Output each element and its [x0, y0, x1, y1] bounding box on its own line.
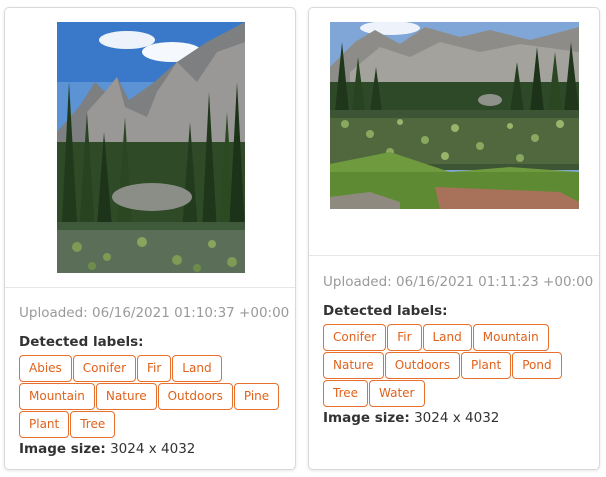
label-tag-land[interactable]: Land	[172, 355, 222, 382]
image-card: Uploaded: 06/16/2021 01:11:23 +00:00 Det…	[308, 7, 600, 470]
uploaded-photo-mountain-forest[interactable]	[57, 22, 245, 273]
label-tag-list: Abies Conifer Fir Land Mountain Nature Outdoor…	[19, 355, 285, 439]
label-tag-fir[interactable]: Fir	[387, 324, 422, 351]
label-tag-mountain[interactable]: Mountain	[472, 324, 549, 351]
detected-labels-heading: Detected labels:	[19, 334, 144, 350]
label-tag-conifer[interactable]: Conifer	[72, 355, 136, 382]
label-tag-land[interactable]: Land	[422, 324, 472, 351]
uploaded-photo-lily-pond[interactable]	[330, 22, 579, 209]
image-size: Image size: 3024 x 4032	[323, 409, 589, 427]
label-tag-outdoors[interactable]: Outdoors	[384, 352, 460, 379]
label-tag-abies[interactable]: Abies	[19, 355, 72, 382]
image-card: Uploaded: 06/16/2021 01:10:37 +00:00 Det…	[4, 7, 296, 470]
image-size-value: 3024 x 4032	[110, 441, 196, 457]
label-tag-outdoors[interactable]: Outdoors	[157, 383, 233, 410]
label-tag-water[interactable]: Water	[369, 380, 425, 407]
detected-labels-heading: Detected labels:	[323, 303, 448, 319]
image-details: Uploaded: 06/16/2021 01:11:23 +00:00 Det…	[323, 273, 594, 427]
label-tag-tree[interactable]: Tree	[323, 380, 369, 407]
image-size-label: Image size:	[19, 441, 106, 457]
label-tag-conifer[interactable]: Conifer	[323, 324, 387, 351]
label-tag-plant[interactable]: Plant	[19, 411, 70, 438]
upload-timestamp: Uploaded: 06/16/2021 01:11:23 +00:00	[323, 274, 594, 290]
label-tag-tree[interactable]: Tree	[70, 411, 116, 438]
image-preview-area	[309, 8, 599, 256]
label-tag-plant[interactable]: Plant	[460, 352, 512, 379]
label-tag-pine[interactable]: Pine	[233, 383, 280, 410]
label-tag-mountain[interactable]: Mountain	[19, 383, 95, 410]
label-tag-nature[interactable]: Nature	[95, 383, 157, 410]
upload-timestamp: Uploaded: 06/16/2021 01:10:37 +00:00	[19, 305, 290, 321]
image-size: Image size: 3024 x 4032	[19, 440, 285, 458]
label-tag-fir[interactable]: Fir	[137, 355, 172, 382]
image-preview-area	[5, 8, 295, 288]
label-tag-pond[interactable]: Pond	[512, 352, 562, 379]
label-tag-list: Conifer Fir Land Mountain Nature Outdoors Plan…	[323, 324, 589, 408]
image-size-label: Image size:	[323, 410, 410, 426]
image-size-value: 3024 x 4032	[414, 410, 500, 426]
image-details: Uploaded: 06/16/2021 01:10:37 +00:00 Det…	[19, 304, 290, 458]
label-tag-nature[interactable]: Nature	[323, 352, 384, 379]
